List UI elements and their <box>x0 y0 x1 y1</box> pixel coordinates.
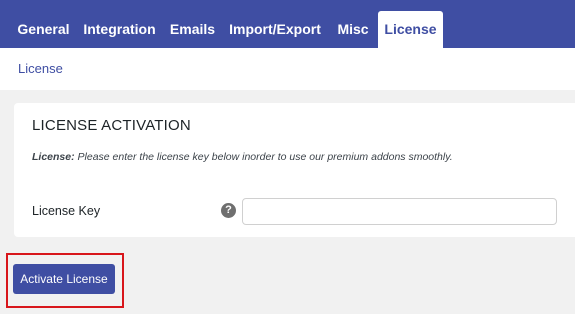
description-text: Please enter the license key below inord… <box>77 151 453 163</box>
question-mark-icon[interactable]: ? <box>221 203 236 218</box>
tab-import-export[interactable]: Import/Export <box>225 11 325 48</box>
tab-license[interactable]: License <box>378 11 443 48</box>
tab-general[interactable]: General <box>8 11 79 48</box>
settings-tab-bar: General Integration Emails Import/Export… <box>0 0 575 48</box>
tab-misc[interactable]: Misc <box>331 11 375 48</box>
panel-title: LICENSE ACTIVATION <box>32 117 191 134</box>
tab-integration[interactable]: Integration <box>79 11 160 48</box>
tab-emails[interactable]: Emails <box>164 11 221 48</box>
license-key-label: License Key <box>32 204 101 218</box>
license-key-input[interactable] <box>242 198 557 225</box>
activate-license-button[interactable]: Activate License <box>13 264 115 294</box>
subnav-bar: License <box>0 48 575 90</box>
subnav-link-license[interactable]: License <box>18 61 63 76</box>
license-activation-panel: LICENSE ACTIVATION License: Please enter… <box>14 103 575 237</box>
panel-description: License: Please enter the license key be… <box>32 151 453 163</box>
description-prefix: License: <box>32 151 75 163</box>
